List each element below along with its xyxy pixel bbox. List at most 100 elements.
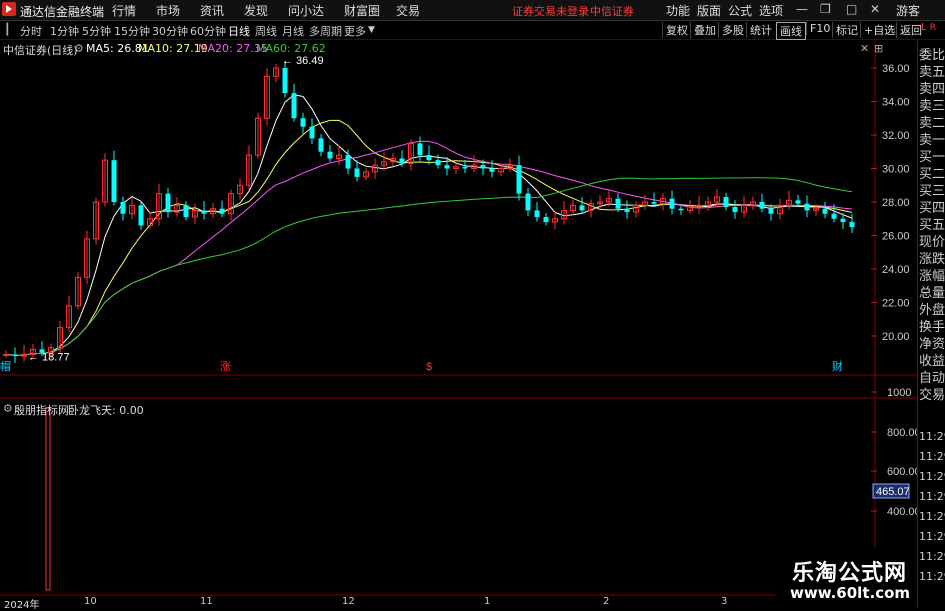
menu-xiaoda[interactable]: 问小达 [288, 2, 324, 19]
overlay-button[interactable]: 叠加 [690, 22, 716, 38]
menu-wealth[interactable]: 财富圈 [344, 2, 380, 19]
date-tick-oct: 10 [84, 596, 97, 607]
period-multi[interactable]: 多周期 [309, 23, 342, 39]
multi-stock-button[interactable]: 多股 [718, 22, 744, 38]
candle-body-53 [480, 165, 486, 169]
candle-body-75 [678, 208, 684, 211]
minimize-icon[interactable]: — [796, 2, 808, 16]
broker-name[interactable]: 中信证券 [590, 3, 634, 19]
ind-label-1: 800.00 [887, 427, 917, 439]
low-annotation: ← 18.77 [28, 352, 70, 364]
candle-body-1 [12, 354, 18, 357]
date-tick-mar: 3 [721, 596, 728, 607]
settings-gear-icon[interactable]: ⚙ [74, 42, 84, 55]
ind-value-label: 465.07 [876, 486, 910, 498]
period-1min[interactable]: 1分钟 [50, 23, 79, 39]
menu-trade[interactable]: 交易 [396, 2, 420, 19]
candle-body-44 [399, 158, 405, 164]
back-button[interactable]: 返回 [896, 22, 922, 38]
level-badge: L R [921, 22, 937, 33]
f10-button[interactable]: F10 [806, 22, 830, 35]
app-title: 通达信金融终端 [20, 5, 105, 19]
candle-body-92 [831, 213, 837, 219]
adjust-button[interactable]: 复权 [662, 22, 688, 38]
candle-body-35 [318, 138, 324, 152]
price-label-5: 26.00 [882, 231, 910, 243]
date-tick-dec: 12 [342, 596, 355, 607]
close-chart-icon[interactable]: ✕ [860, 42, 869, 55]
indicator-name[interactable]: 殷朋指标网 [14, 402, 69, 418]
price-label-3: 30.00 [882, 164, 910, 176]
candle-body-64 [579, 205, 585, 211]
function-button[interactable]: 功能 [666, 2, 690, 19]
candle-body-60 [543, 217, 549, 223]
side-time-3: 11:29 [919, 490, 945, 503]
add-watchlist-button[interactable]: +自选 [860, 22, 895, 38]
stock-chart[interactable]: 36.00 34.00 32.00 30.00 28.00 26.00 24.00 22.00… [0, 40, 917, 609]
candle-body-49 [444, 165, 450, 169]
mark-button[interactable]: 标记 [832, 22, 858, 38]
period-weekly[interactable]: 周线 [255, 23, 277, 39]
side-time-2: 11:29 [919, 470, 945, 483]
ind-label-3: 400.00 [887, 506, 917, 518]
maximize-icon[interactable]: □ [846, 2, 857, 16]
candle-body-32 [291, 93, 297, 119]
candle-body-93 [840, 218, 846, 223]
ind-label-0: 1000 [887, 387, 911, 399]
layout-button[interactable]: 版面 [697, 2, 721, 19]
more-dropdown-icon[interactable]: ▼ [368, 25, 375, 35]
period-30min[interactable]: 30分钟 [152, 23, 188, 39]
candle-body-84 [759, 202, 765, 209]
candle-body-12 [111, 160, 117, 202]
candle-body-51 [462, 166, 468, 169]
draw-line-button[interactable]: 画线 [776, 22, 806, 40]
statistics-button[interactable]: 统计 [746, 22, 772, 38]
period-15min[interactable]: 15分钟 [114, 23, 150, 39]
date-tick-nov: 11 [200, 596, 213, 607]
candle-body-13 [120, 202, 126, 214]
stock-name[interactable]: 中信证券(日线) [3, 42, 78, 58]
candle-body-24 [219, 208, 225, 214]
toolbar-handle-icon: ┃ [4, 23, 11, 36]
candle-body-47 [426, 155, 432, 161]
marker-left: 帽 [0, 360, 11, 373]
period-more[interactable]: 更多 [344, 23, 366, 39]
period-monthly[interactable]: 月线 [282, 23, 304, 39]
menu-discover[interactable]: 发现 [244, 2, 268, 19]
side-time-5: 11:29 [919, 530, 945, 543]
candle-body-31 [282, 68, 288, 94]
price-label-7: 22.00 [882, 298, 910, 310]
menu-quotes[interactable]: 行情 [112, 2, 136, 19]
trade-login-notice[interactable]: 证券交易未登录 [512, 3, 589, 19]
expand-chart-icon[interactable]: ⊞ [874, 42, 883, 55]
candle-body-57 [516, 165, 522, 194]
side-time-0: 11:29 [919, 430, 945, 443]
menu-market[interactable]: 市场 [156, 2, 180, 19]
period-intraday[interactable]: 分时 [20, 23, 42, 39]
candle-body-85 [768, 208, 774, 214]
menu-news[interactable]: 资讯 [200, 2, 224, 19]
candle-body-74 [669, 198, 675, 209]
period-60min[interactable]: 60分钟 [190, 23, 226, 39]
candle-body-18 [165, 193, 171, 213]
period-daily[interactable]: 日线 [228, 23, 250, 39]
candle-body-59 [534, 210, 540, 218]
marker-zhang: 涨 [220, 360, 231, 373]
marker-dollar: $ [426, 361, 432, 373]
period-5min[interactable]: 5分钟 [82, 23, 111, 39]
options-button[interactable]: 选项 [759, 2, 783, 19]
app-logo-icon [2, 2, 16, 16]
candle-body-69 [624, 208, 630, 213]
candle-body-36 [327, 151, 333, 159]
candle-body-33 [300, 118, 306, 127]
date-tick-feb: 2 [603, 596, 610, 607]
candle-body-48 [435, 160, 441, 166]
guest-login[interactable]: 游客 [896, 2, 920, 19]
candle-body-91 [822, 208, 828, 214]
formula-button[interactable]: 公式 [728, 2, 752, 19]
side-time-4: 11:29 [919, 510, 945, 523]
restore-icon[interactable]: ❐ [820, 2, 831, 16]
price-label-2: 32.00 [882, 130, 910, 142]
close-icon[interactable]: ✕ [870, 2, 880, 16]
indicator-gear-icon[interactable]: ⚙ [3, 402, 13, 415]
